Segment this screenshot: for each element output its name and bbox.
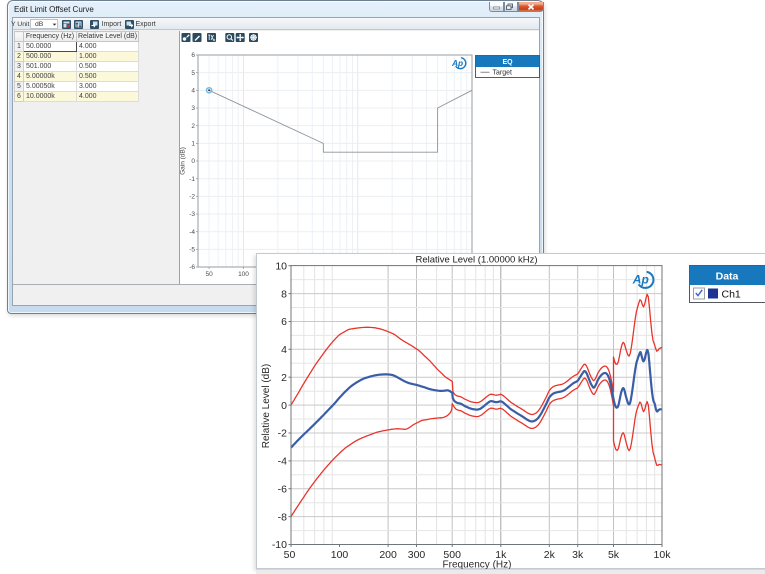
svg-text:Relative Level (1.00000 kHz): Relative Level (1.00000 kHz): [416, 255, 538, 266]
svg-text:0: 0: [191, 158, 195, 165]
svg-text:Ap: Ap: [451, 58, 463, 68]
svg-text:5: 5: [191, 70, 195, 77]
svg-text:1: 1: [191, 141, 195, 148]
svg-text:300: 300: [408, 549, 426, 561]
svg-text:Gain (dB): Gain (dB): [180, 147, 187, 175]
svg-text:4: 4: [281, 344, 287, 356]
svg-text:-2: -2: [189, 194, 195, 201]
svg-text:10: 10: [275, 260, 287, 272]
svg-text:-8: -8: [278, 511, 287, 523]
svg-text:-6: -6: [278, 483, 287, 495]
svg-text:10k: 10k: [654, 549, 672, 561]
svg-text:2k: 2k: [544, 549, 556, 561]
svg-text:Data: Data: [716, 270, 739, 282]
svg-text:4: 4: [191, 88, 195, 95]
svg-text:50: 50: [205, 271, 213, 278]
svg-text:3k: 3k: [572, 549, 584, 561]
svg-text:2: 2: [191, 123, 195, 130]
svg-text:-4: -4: [278, 456, 287, 468]
svg-text:Ap: Ap: [632, 273, 649, 287]
svg-text:Target: Target: [493, 70, 513, 77]
svg-text:6: 6: [281, 316, 287, 328]
svg-text:-4: -4: [189, 229, 195, 236]
svg-text:6: 6: [191, 52, 195, 59]
svg-text:200: 200: [379, 549, 397, 561]
svg-text:5k: 5k: [608, 549, 620, 561]
svg-text:-5: -5: [189, 247, 195, 254]
svg-text:-3: -3: [189, 211, 195, 218]
svg-text:-2: -2: [278, 428, 287, 440]
svg-text:8: 8: [281, 288, 287, 300]
svg-text:0: 0: [281, 400, 287, 412]
svg-text:Frequency (Hz): Frequency (Hz): [443, 560, 512, 570]
svg-text:Ch1: Ch1: [722, 288, 741, 300]
svg-text:2: 2: [281, 372, 287, 384]
svg-text:100: 100: [331, 549, 349, 561]
svg-text:EQ: EQ: [502, 59, 513, 66]
svg-text:-1: -1: [189, 176, 195, 183]
svg-text:Relative Level (dB): Relative Level (dB): [261, 364, 272, 448]
svg-text:-10: -10: [272, 539, 287, 551]
svg-text:3: 3: [191, 105, 195, 112]
svg-text:-6: -6: [189, 264, 195, 271]
svg-text:100: 100: [238, 271, 249, 278]
